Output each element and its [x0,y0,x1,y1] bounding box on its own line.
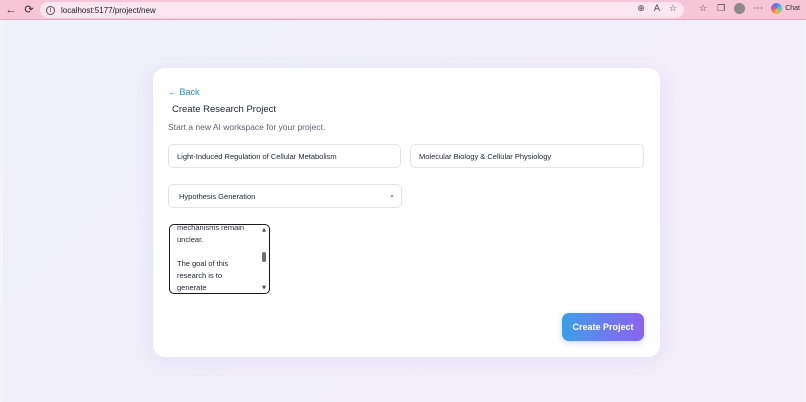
project-title-input[interactable]: Light-Induced Regulation of Cellular Met… [168,144,401,168]
back-arrow-icon[interactable]: ← [5,4,17,16]
refresh-icon[interactable]: ⟳ [23,4,35,16]
task-type-value: Hypothesis Generation [179,191,256,201]
scroll-down-arrow-icon[interactable]: ▼ [261,285,267,291]
url-text[interactable]: localhost:5177/project/new [61,6,156,15]
chevron-down-icon: ⌄ [389,191,395,199]
more-menu-icon[interactable]: ⋯ [753,3,763,14]
project-title-value: Light-Induced Regulation of Cellular Met… [177,151,337,161]
copilot-chat-button[interactable]: Chat [771,3,800,14]
scroll-thumb[interactable] [262,252,266,262]
create-project-button[interactable]: Create Project [562,313,644,341]
page-subtitle: Start a new AI workspace for your projec… [168,122,326,132]
nav-buttons: ← ⟳ [0,4,35,16]
address-bar[interactable]: i localhost:5177/project/new ⊕ A ☆ [40,2,684,18]
textarea-scrollbar[interactable]: ▲ ▼ [261,227,267,291]
favorite-star-icon[interactable]: ☆ [668,4,678,14]
favorites-icon[interactable]: ☆ [698,4,708,14]
page-title: Create Research Project [172,104,277,115]
scroll-up-arrow-icon[interactable]: ▲ [261,227,267,233]
zoom-icon[interactable]: ⊕ [636,4,646,14]
description-value: mechanisms remain unclear. The goal of t… [177,224,245,292]
back-link[interactable]: ← Back [168,87,200,97]
info-icon[interactable]: i [46,5,55,15]
task-type-select[interactable]: Hypothesis Generation ⌄ [168,184,402,208]
description-textarea[interactable]: mechanisms remain unclear. The goal of t… [169,224,270,294]
read-aloud-icon[interactable]: A [652,4,662,14]
browser-toolbar: ← ⟳ i localhost:5177/project/new ⊕ A ☆ ☆… [0,0,806,20]
create-project-card: ← Back Create Research Project Start a n… [153,68,660,357]
address-bar-icons: ⊕ A ☆ [636,4,678,14]
extensions-icon[interactable]: ❒ [716,4,726,14]
browser-right-controls: ☆ ❒ ⋯ Chat [698,3,800,14]
domain-input[interactable]: Molecular Biology & Cellular Physiology [410,144,644,168]
domain-value: Molecular Biology & Cellular Physiology [419,151,552,161]
profile-avatar[interactable] [734,3,746,14]
copilot-icon [771,3,783,14]
chat-label: Chat [785,5,800,12]
page-background: ← Back Create Research Project Start a n… [3,20,803,402]
